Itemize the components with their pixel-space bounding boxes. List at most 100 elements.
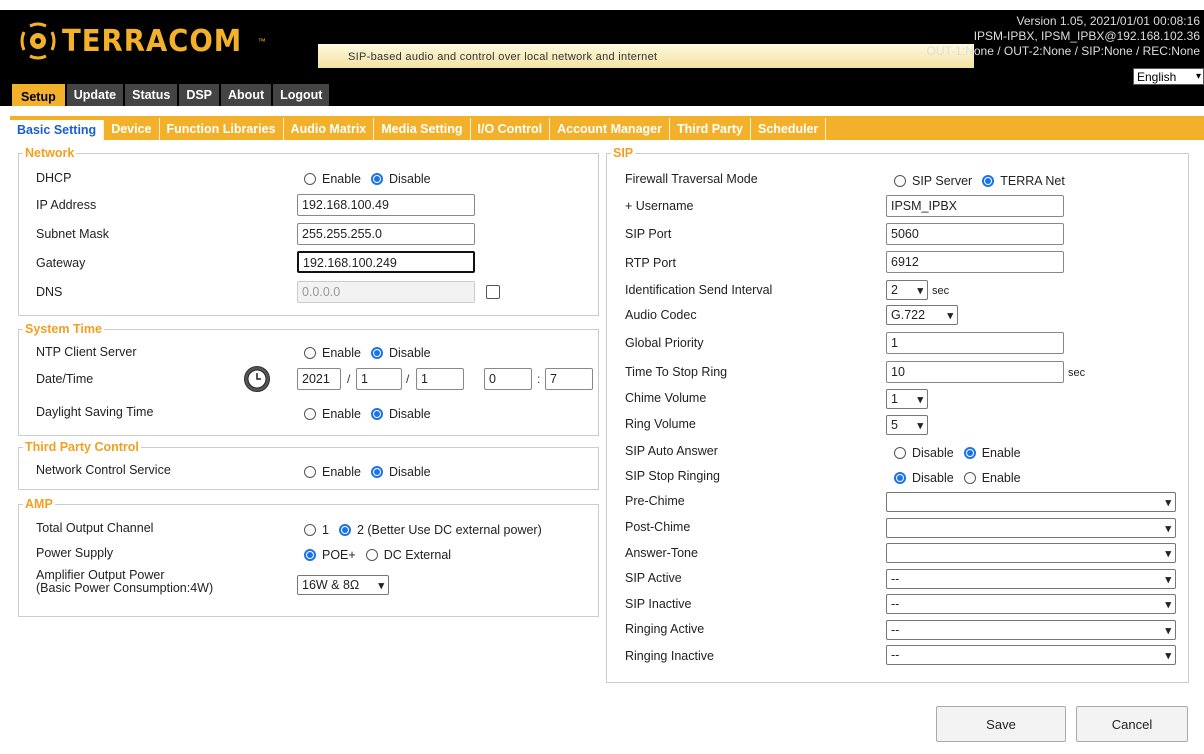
ringing-active-value: -- <box>891 623 900 637</box>
dst-label: Daylight Saving Time <box>36 405 154 419</box>
ident-interval-value: 2 <box>891 283 898 297</box>
tab-logout[interactable]: Logout <box>273 84 330 106</box>
gateway-input[interactable]: 192.168.100.249 <box>297 251 475 273</box>
stop-ring-label: Time To Stop Ring <box>625 365 728 379</box>
stop-ringing-disable-radio[interactable] <box>894 472 906 484</box>
dns-input[interactable]: 0.0.0.0 <box>297 281 475 303</box>
username-input[interactable]: IPSM_IPBX <box>886 195 1064 217</box>
ntp-enable-radio[interactable] <box>304 347 316 359</box>
chevron-down-icon: ▾ <box>917 284 923 297</box>
channel-radio-group: 1 2 (Better Use DC external power) <box>304 523 542 537</box>
auto-answer-label: SIP Auto Answer <box>625 444 718 458</box>
clock-icon[interactable] <box>244 366 270 392</box>
language-select[interactable]: English ▾ <box>1133 68 1204 85</box>
subtab-third-party[interactable]: Third Party <box>670 118 751 140</box>
ring-volume-select[interactable]: 5 ▾ <box>886 415 928 435</box>
firewall-terra-net-radio[interactable] <box>982 175 995 187</box>
channel-2-radio[interactable] <box>338 524 351 536</box>
subtab-scheduler[interactable]: Scheduler <box>751 118 827 140</box>
tab-status[interactable]: Status <box>125 84 178 106</box>
dhcp-disable-radio[interactable] <box>370 173 383 185</box>
firewall-sip-server-radio[interactable] <box>894 175 906 187</box>
subtab-basic-setting[interactable]: Basic Setting <box>10 120 105 142</box>
dhcp-enable-label: Enable <box>322 172 361 186</box>
ntp-disable-label: Disable <box>388 346 431 360</box>
answer-tone-label: Answer-Tone <box>625 546 698 560</box>
tab-setup[interactable]: Setup <box>12 84 65 106</box>
ncs-enable-radio[interactable] <box>304 466 316 478</box>
date-separator: / <box>347 372 351 386</box>
auto-answer-enable-radio[interactable] <box>963 447 976 459</box>
ringing-inactive-select[interactable]: -- ▾ <box>886 645 1176 665</box>
sip-active-label: SIP Active <box>625 571 682 585</box>
channel-1-label: 1 <box>322 523 329 537</box>
day-input[interactable]: 1 <box>416 368 464 390</box>
power-dc-label: DC External <box>383 548 452 562</box>
tab-dsp[interactable]: DSP <box>179 84 220 106</box>
stop-ringing-disable-label: Disable <box>912 471 954 485</box>
power-dc-radio[interactable] <box>365 549 378 561</box>
tab-update[interactable]: Update <box>66 84 124 106</box>
month-input[interactable]: 1 <box>356 368 402 390</box>
auto-answer-disable-radio[interactable] <box>894 447 906 459</box>
sip-port-input[interactable]: 5060 <box>886 223 1064 245</box>
rtp-port-input[interactable]: 6912 <box>886 251 1064 273</box>
amp-output-select[interactable]: 16W & 8Ω ▾ <box>297 575 389 595</box>
sip-inactive-select[interactable]: -- ▾ <box>886 594 1176 614</box>
ident-interval-unit: sec <box>932 285 950 297</box>
chevron-down-icon: ▾ <box>1195 71 1201 82</box>
firewall-sip-server-label: SIP Server <box>912 174 973 188</box>
chime-volume-select[interactable]: 1 ▾ <box>886 389 928 409</box>
sip-active-select[interactable]: -- ▾ <box>886 569 1176 589</box>
dns-checkbox[interactable] <box>486 285 500 299</box>
dst-enable-radio[interactable] <box>304 408 316 420</box>
ntp-label: NTP Client Server <box>36 345 137 359</box>
ncs-disable-radio[interactable] <box>370 466 383 478</box>
stop-ringing-enable-radio[interactable] <box>963 472 976 484</box>
post-chime-select[interactable]: ▾ <box>886 518 1176 538</box>
subtab-audio-matrix[interactable]: Audio Matrix <box>284 118 375 140</box>
audio-codec-select[interactable]: G.722 ▾ <box>886 305 958 325</box>
top-strip <box>0 0 1204 10</box>
cancel-button[interactable]: Cancel <box>1076 706 1188 742</box>
power-poe-radio[interactable] <box>304 549 316 561</box>
ident-interval-select[interactable]: 2 ▾ <box>886 280 928 300</box>
dhcp-radio-group: Enable Disable <box>304 172 431 186</box>
ringing-inactive-value: -- <box>891 648 900 662</box>
stop-ring-input[interactable]: 10 <box>886 361 1064 383</box>
dst-disable-radio[interactable] <box>370 408 383 420</box>
ip-address-input[interactable]: 192.168.100.49 <box>297 194 475 216</box>
pre-chime-select[interactable]: ▾ <box>886 492 1176 512</box>
date-separator: / <box>406 372 410 386</box>
chevron-down-icon: ▾ <box>1165 624 1171 637</box>
subtab-device[interactable]: Device <box>104 118 160 140</box>
subnet-mask-input[interactable]: 255.255.255.0 <box>297 223 475 245</box>
answer-tone-select[interactable]: ▾ <box>886 543 1176 563</box>
tab-about[interactable]: About <box>221 84 272 106</box>
year-input[interactable]: 2021 <box>297 368 341 390</box>
network-control-label: Network Control Service <box>36 463 171 477</box>
sub-tabs: Basic Setting Device Function Libraries … <box>10 118 827 142</box>
chevron-down-icon: ▾ <box>1165 598 1171 611</box>
ringing-active-select[interactable]: -- ▾ <box>886 620 1176 640</box>
power-supply-label: Power Supply <box>36 546 114 560</box>
firewall-label: Firewall Traversal Mode <box>625 172 758 186</box>
stop-ringing-enable-label: Enable <box>981 471 1021 485</box>
output-channel-label: Total Output Channel <box>36 521 154 535</box>
subtab-account-manager[interactable]: Account Manager <box>550 118 670 140</box>
sip-inactive-label: SIP Inactive <box>625 597 692 611</box>
save-button[interactable]: Save <box>936 706 1066 742</box>
ntp-disable-radio[interactable] <box>370 347 383 359</box>
pre-chime-label: Pre-Chime <box>625 494 685 508</box>
hour-input[interactable]: 0 <box>484 368 532 390</box>
subtab-io-control[interactable]: I/O Control <box>471 118 551 140</box>
subtab-media-setting[interactable]: Media Setting <box>374 118 471 140</box>
channel-1-radio[interactable] <box>304 524 316 536</box>
dhcp-enable-radio[interactable] <box>304 173 316 185</box>
global-priority-input[interactable]: 1 <box>886 332 1064 354</box>
ring-volume-label: Ring Volume <box>625 417 696 431</box>
minute-input[interactable]: 7 <box>545 368 593 390</box>
dst-enable-label: Enable <box>322 407 361 421</box>
chevron-down-icon: ▾ <box>1165 573 1171 586</box>
subtab-function-libraries[interactable]: Function Libraries <box>160 118 284 140</box>
